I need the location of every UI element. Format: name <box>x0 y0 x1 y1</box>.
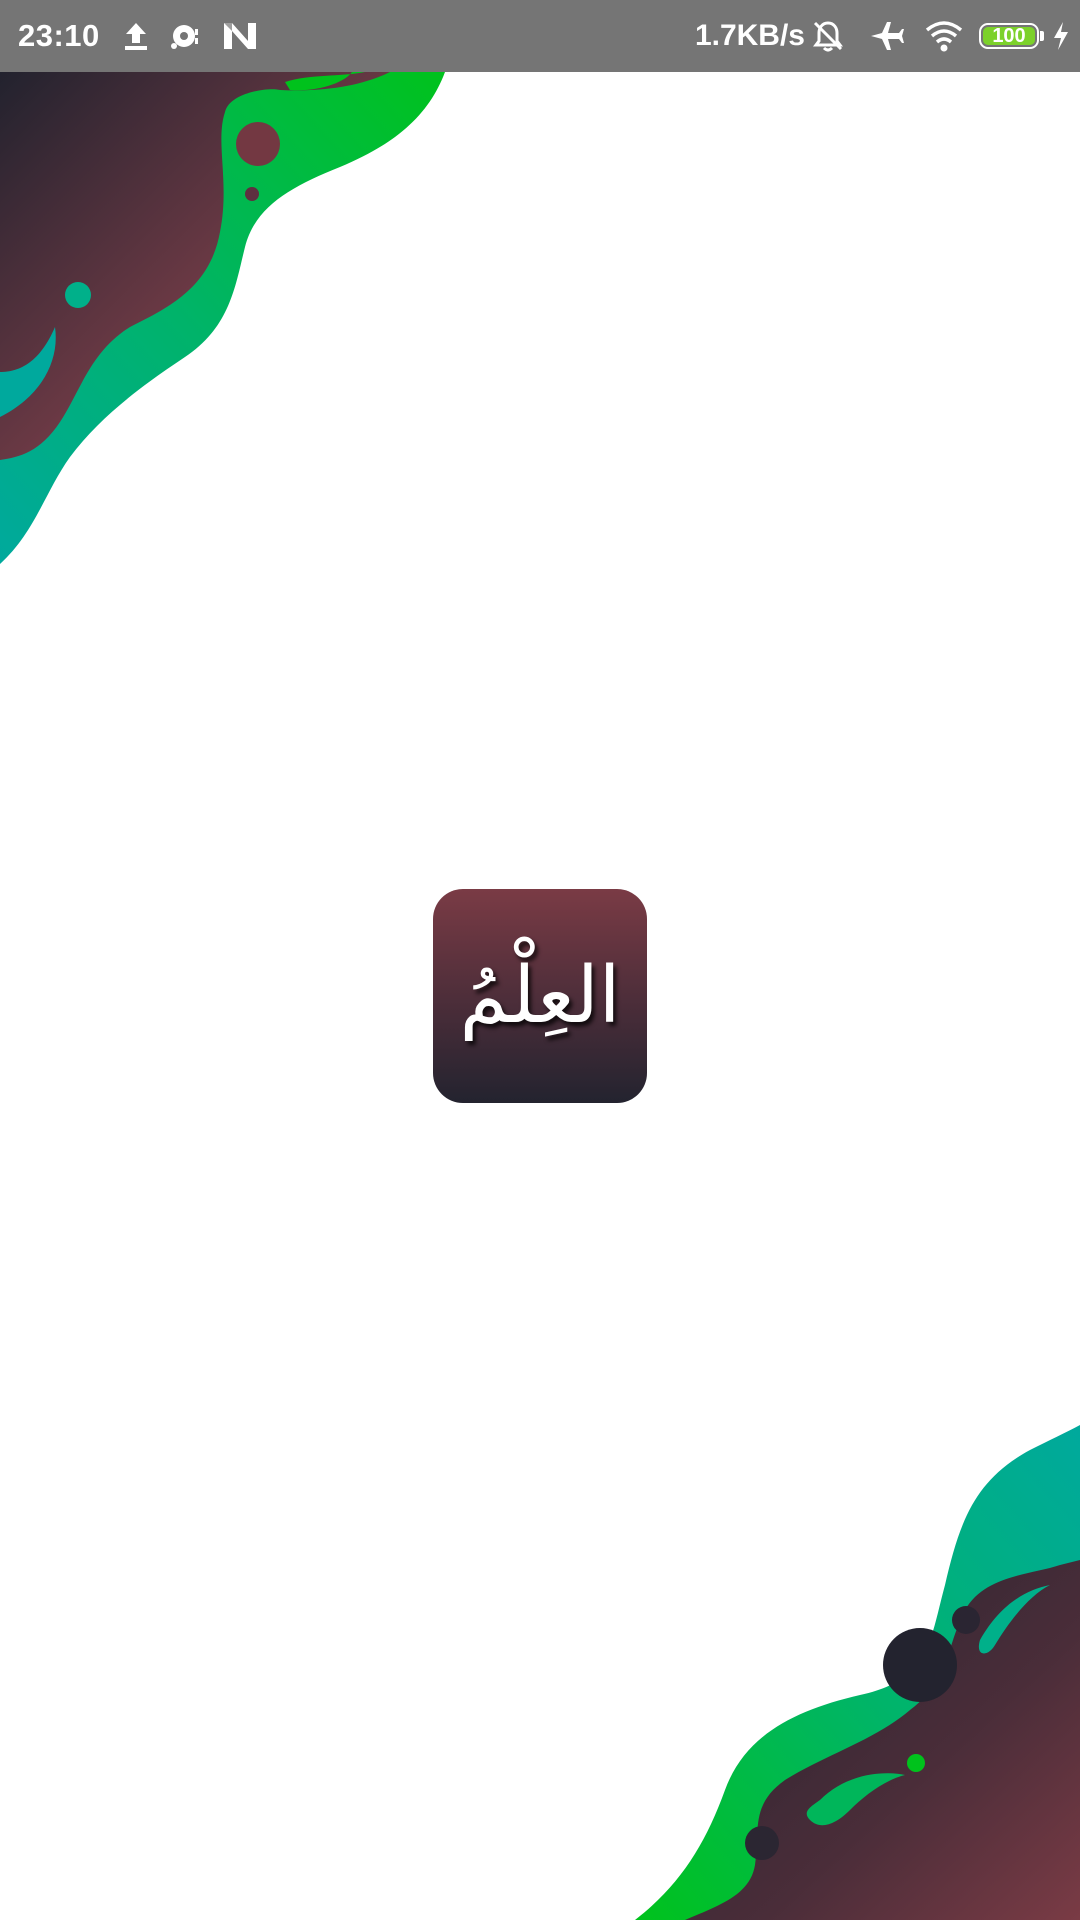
network-speed: 1.7KB/s <box>694 19 805 52</box>
top-left-wave-decoration <box>0 72 445 564</box>
battery-nub <box>1040 31 1044 41</box>
wifi-icon <box>925 20 963 52</box>
bell-off-icon <box>811 19 845 53</box>
status-bar: 23:10 1.7KB/s 100 <box>0 0 1080 72</box>
status-bar-right: 1.7KB/s 100 <box>695 0 1070 72</box>
battery-frame: 100 <box>979 23 1039 49</box>
n-notification-icon <box>222 21 258 51</box>
airplane-mode-icon <box>869 19 905 53</box>
upload-icon <box>122 21 150 51</box>
battery-icon: 100 <box>979 23 1044 49</box>
status-time: 23:10 <box>18 18 100 53</box>
vpn-key-icon <box>168 21 206 51</box>
bottom-right-wave-decoration <box>635 1425 1080 1920</box>
status-bar-left: 23:10 <box>18 0 258 72</box>
app-logo-text: العِلْمُ <box>459 951 621 1041</box>
battery-level: 100 <box>992 25 1026 47</box>
app-logo: العِلْمُ <box>433 889 647 1103</box>
charging-icon <box>1052 21 1070 51</box>
